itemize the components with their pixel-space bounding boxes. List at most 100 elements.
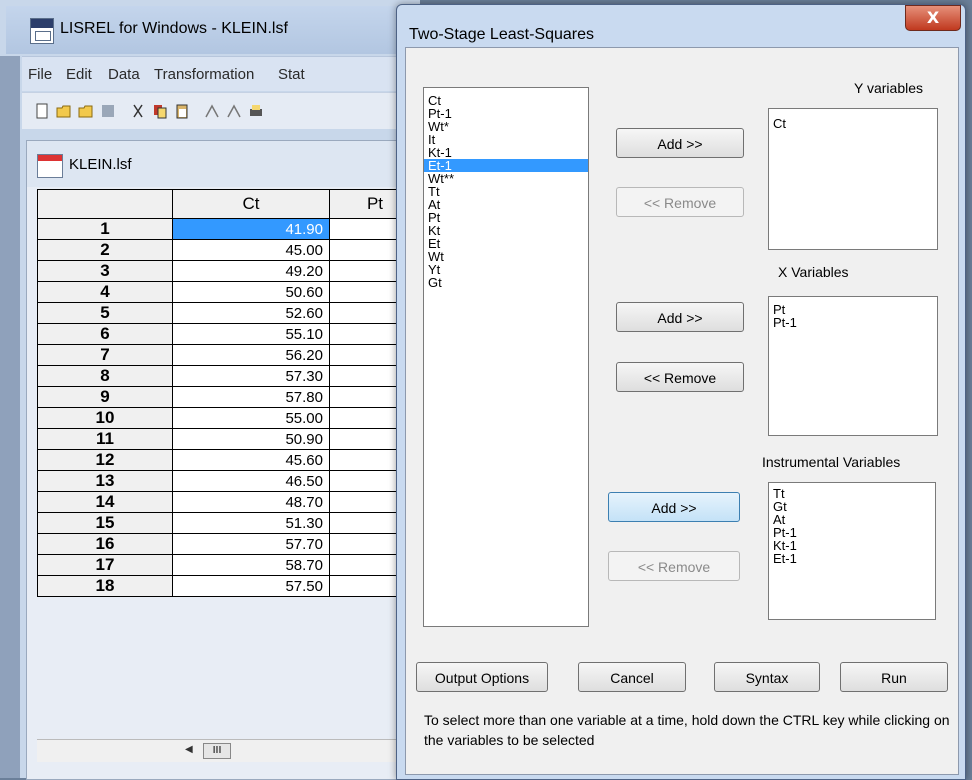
list-item[interactable]: Kt bbox=[424, 224, 588, 237]
add-instrumental-button[interactable]: Add >> bbox=[608, 492, 740, 522]
open-folder-icon[interactable] bbox=[56, 103, 72, 119]
horizontal-scrollbar[interactable]: ◀ III bbox=[37, 739, 421, 762]
row-number[interactable]: 9 bbox=[37, 386, 173, 408]
row-number[interactable]: 18 bbox=[37, 575, 173, 597]
add-x-button[interactable]: Add >> bbox=[616, 302, 744, 332]
corner-cell[interactable] bbox=[37, 189, 173, 219]
table-row[interactable]: 14 48.70 bbox=[37, 491, 421, 513]
cell-ct[interactable]: 57.80 bbox=[172, 386, 330, 408]
list-item[interactable]: Yt bbox=[424, 263, 588, 276]
row-number[interactable]: 11 bbox=[37, 428, 173, 450]
row-number[interactable]: 3 bbox=[37, 260, 173, 282]
cell-ct[interactable]: 55.00 bbox=[172, 407, 330, 429]
cell-ct[interactable]: 52.60 bbox=[172, 302, 330, 324]
close-button[interactable]: X bbox=[905, 5, 961, 31]
table-row[interactable]: 17 58.70 bbox=[37, 554, 421, 576]
row-number[interactable]: 17 bbox=[37, 554, 173, 576]
cell-ct[interactable]: 57.50 bbox=[172, 575, 330, 597]
list-item[interactable]: Pt-1 bbox=[769, 316, 937, 329]
menu-file[interactable]: File bbox=[28, 66, 52, 83]
table-row[interactable]: 9 57.80 bbox=[37, 386, 421, 408]
table-row[interactable]: 15 51.30 bbox=[37, 512, 421, 534]
table-row[interactable]: 16 57.70 bbox=[37, 533, 421, 555]
row-number[interactable]: 14 bbox=[37, 491, 173, 513]
row-number[interactable]: 15 bbox=[37, 512, 173, 534]
list-item[interactable]: Gt bbox=[769, 500, 935, 513]
row-number[interactable]: 13 bbox=[37, 470, 173, 492]
table-row[interactable]: 11 50.90 bbox=[37, 428, 421, 450]
row-number[interactable]: 1 bbox=[37, 218, 173, 240]
row-number[interactable]: 8 bbox=[37, 365, 173, 387]
run-button[interactable]: Run bbox=[840, 662, 948, 692]
table-row[interactable]: 8 57.30 bbox=[37, 365, 421, 387]
row-number[interactable]: 6 bbox=[37, 323, 173, 345]
remove-y-button[interactable]: << Remove bbox=[616, 187, 744, 217]
cell-ct[interactable]: 57.70 bbox=[172, 533, 330, 555]
list-item[interactable]: Gt bbox=[424, 276, 588, 289]
table-row[interactable]: 12 45.60 bbox=[37, 449, 421, 471]
cell-ct[interactable]: 51.30 bbox=[172, 512, 330, 534]
table-row[interactable]: 7 56.20 bbox=[37, 344, 421, 366]
cell-ct[interactable]: 55.10 bbox=[172, 323, 330, 345]
new-file-icon[interactable] bbox=[34, 103, 50, 119]
print-icon[interactable] bbox=[248, 103, 264, 119]
row-number[interactable]: 5 bbox=[37, 302, 173, 324]
instrumental-variables-list[interactable]: Tt Gt At Pt-1 Kt-1 Et-1 bbox=[768, 482, 936, 620]
y-variables-list[interactable]: Ct bbox=[768, 108, 938, 250]
menu-statistics[interactable]: Stat bbox=[278, 66, 305, 83]
table-row[interactable]: 4 50.60 bbox=[37, 281, 421, 303]
menu-transformation[interactable]: Transformation bbox=[154, 66, 254, 83]
table-row[interactable]: 10 55.00 bbox=[37, 407, 421, 429]
remove-instrumental-button[interactable]: << Remove bbox=[608, 551, 740, 581]
table-row[interactable]: 13 46.50 bbox=[37, 470, 421, 492]
list-item[interactable]: Tt bbox=[424, 185, 588, 198]
remove-x-button[interactable]: << Remove bbox=[616, 362, 744, 392]
row-number[interactable]: 16 bbox=[37, 533, 173, 555]
path-diagram-2-icon[interactable] bbox=[226, 103, 242, 119]
paste-icon[interactable] bbox=[174, 103, 190, 119]
list-item[interactable]: Et-1 bbox=[769, 552, 935, 565]
x-variables-list[interactable]: Pt Pt-1 bbox=[768, 296, 938, 436]
data-grid[interactable]: Ct Pt 1 41.90 2 45.00 3 49.20 4 50.60 5 52.60 6 55.… bbox=[37, 189, 421, 597]
cell-ct[interactable]: 50.60 bbox=[172, 281, 330, 303]
list-item[interactable]: Pt bbox=[424, 211, 588, 224]
cancel-button[interactable]: Cancel bbox=[578, 662, 686, 692]
table-row[interactable]: 6 55.10 bbox=[37, 323, 421, 345]
cut-icon[interactable] bbox=[130, 103, 146, 119]
cell-ct[interactable]: 56.20 bbox=[172, 344, 330, 366]
output-options-button[interactable]: Output Options bbox=[416, 662, 548, 692]
add-y-button[interactable]: Add >> bbox=[616, 128, 744, 158]
list-item[interactable]: Et bbox=[424, 237, 588, 250]
cell-ct[interactable]: 48.70 bbox=[172, 491, 330, 513]
available-variables-list[interactable]: Ct Pt-1 Wt* It Kt-1 Et-1 Wt** Tt At Pt Kt Et Wt Yt Gt bbox=[423, 87, 589, 627]
cell-ct[interactable]: 45.60 bbox=[172, 449, 330, 471]
save-icon[interactable] bbox=[100, 103, 116, 119]
path-diagram-icon[interactable] bbox=[204, 103, 220, 119]
list-item[interactable]: At bbox=[424, 198, 588, 211]
open-folder-2-icon[interactable] bbox=[78, 103, 94, 119]
scroll-left-icon[interactable]: ◀ bbox=[185, 744, 193, 755]
row-number[interactable]: 12 bbox=[37, 449, 173, 471]
list-item[interactable]: Tt bbox=[769, 487, 935, 500]
table-row[interactable]: 3 49.20 bbox=[37, 260, 421, 282]
row-number[interactable]: 10 bbox=[37, 407, 173, 429]
syntax-button[interactable]: Syntax bbox=[714, 662, 820, 692]
cell-ct[interactable]: 57.30 bbox=[172, 365, 330, 387]
cell-ct[interactable]: 46.50 bbox=[172, 470, 330, 492]
list-item[interactable]: Ct bbox=[769, 117, 937, 130]
table-row[interactable]: 18 57.50 bbox=[37, 575, 421, 597]
cell-ct[interactable]: 45.00 bbox=[172, 239, 330, 261]
row-number[interactable]: 7 bbox=[37, 344, 173, 366]
list-item[interactable]: Wt** bbox=[424, 172, 588, 185]
cell-ct[interactable]: 41.90 bbox=[172, 218, 330, 240]
row-number[interactable]: 2 bbox=[37, 239, 173, 261]
column-header-ct[interactable]: Ct bbox=[172, 189, 330, 219]
table-row[interactable]: 5 52.60 bbox=[37, 302, 421, 324]
table-row[interactable]: 1 41.90 bbox=[37, 218, 421, 240]
menu-edit[interactable]: Edit bbox=[66, 66, 92, 83]
cell-ct[interactable]: 58.70 bbox=[172, 554, 330, 576]
list-item[interactable]: Wt* bbox=[424, 120, 588, 133]
copy-icon[interactable] bbox=[152, 103, 168, 119]
row-number[interactable]: 4 bbox=[37, 281, 173, 303]
cell-ct[interactable]: 49.20 bbox=[172, 260, 330, 282]
